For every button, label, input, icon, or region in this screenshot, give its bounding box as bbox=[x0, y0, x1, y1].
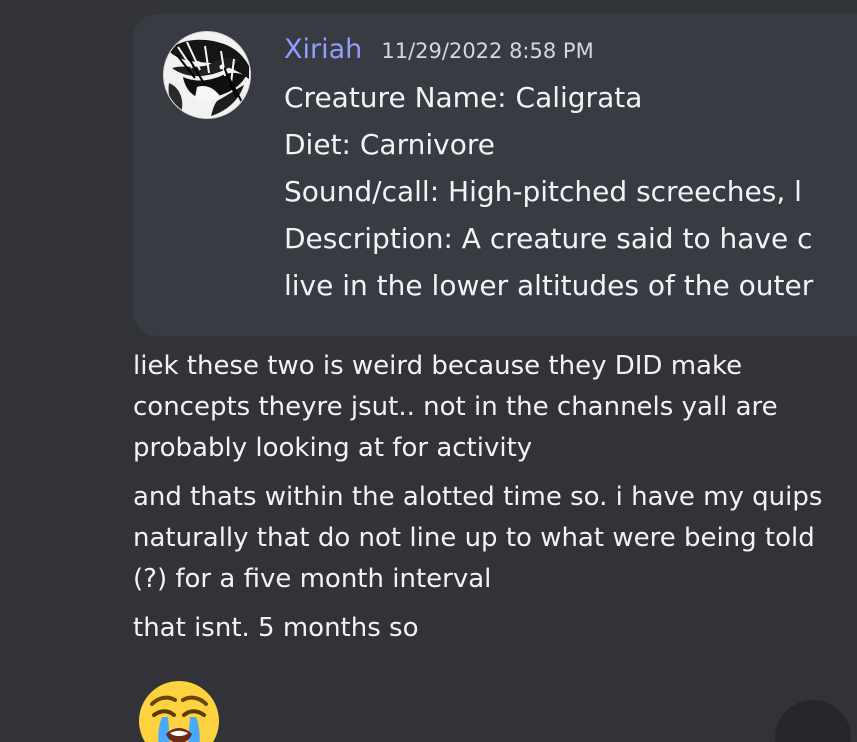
message-list: liek these two is weird because they DID… bbox=[133, 346, 853, 657]
embed-author-name[interactable]: Xiriah bbox=[284, 34, 362, 65]
message-text: and thats within the alotted time so. i … bbox=[133, 482, 823, 594]
loudly-crying-face-icon bbox=[137, 679, 221, 742]
embed-line-diet: Diet: Carnivore bbox=[284, 128, 495, 161]
avatar-icon[interactable] bbox=[163, 31, 251, 119]
embed-timestamp: 11/29/2022 8:58 PM bbox=[381, 39, 594, 63]
message-embed: Xiriah 11/29/2022 8:58 PM Creature Name:… bbox=[133, 14, 857, 336]
embed-content: Xiriah 11/29/2022 8:58 PM Creature Name:… bbox=[284, 32, 857, 309]
embed-line-sound-call: Sound/call: High-pitched screeches, l bbox=[284, 175, 802, 208]
embed-line-description: Description: A creature said to have c bbox=[284, 222, 813, 255]
message-text: that isnt. 5 months so bbox=[133, 613, 419, 643]
embed-line-creature-name: Creature Name: Caligrata bbox=[284, 81, 643, 114]
embed-line-description-continued: live in the lower altitudes of the outer bbox=[284, 269, 814, 302]
embed-header: Xiriah 11/29/2022 8:58 PM bbox=[284, 32, 857, 68]
chat-screen: Xiriah 11/29/2022 8:58 PM Creature Name:… bbox=[0, 0, 857, 742]
round-button-icon[interactable] bbox=[775, 700, 851, 742]
message-text: liek these two is weird because they DID… bbox=[133, 351, 778, 463]
